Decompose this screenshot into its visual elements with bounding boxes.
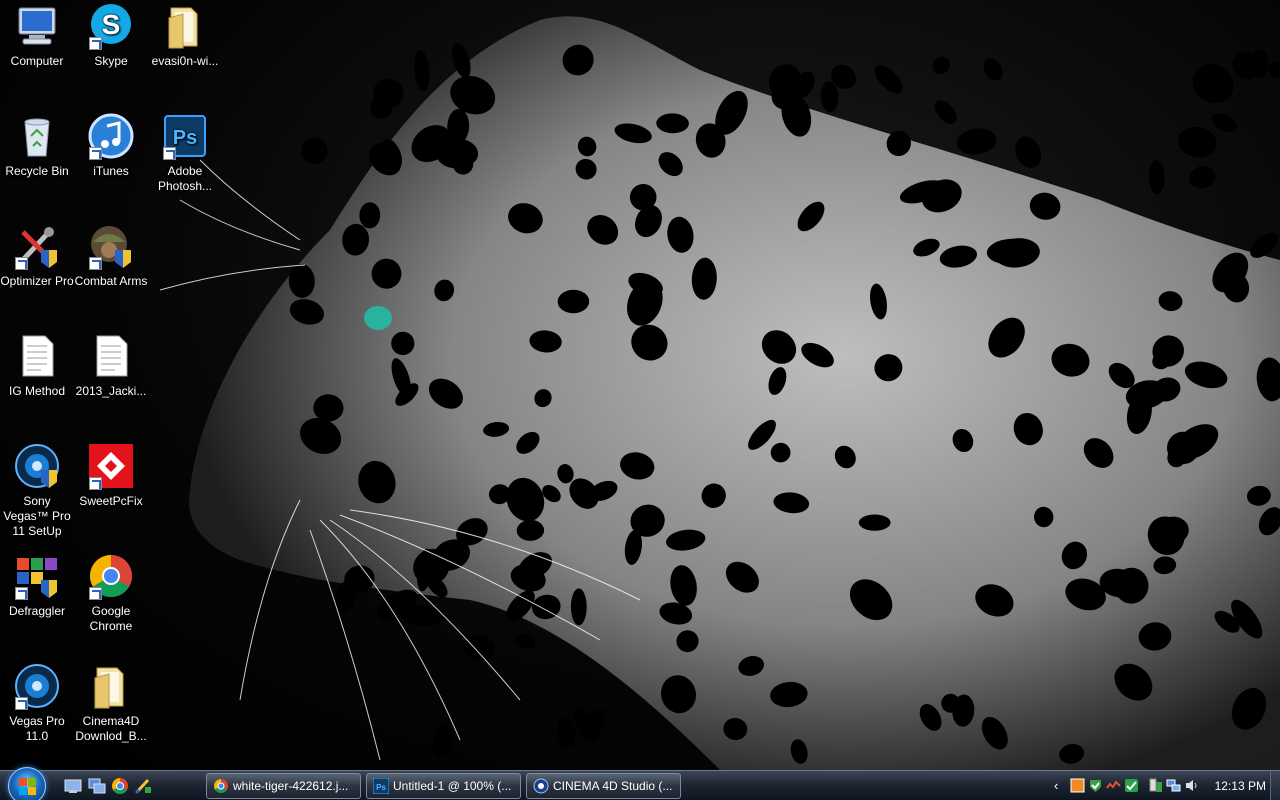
combat-arms-icon (87, 222, 135, 270)
desktop-icon-itunes[interactable]: iTunes (74, 112, 148, 179)
shortcut-arrow-icon (89, 147, 102, 160)
desktop-icon-computer[interactable]: Computer (0, 2, 74, 69)
desktop-icon-defraggler[interactable]: Defraggler (0, 552, 74, 619)
desktop-icon-label: IG Method (8, 384, 66, 398)
switch-windows-quicklaunch-icon[interactable] (88, 777, 106, 795)
computer-icon (13, 2, 61, 50)
desktop-icon-ig-method[interactable]: IG Method (0, 332, 74, 399)
system-tray: ‹ 12:13 PM (1050, 771, 1280, 800)
desktop-icon-evasi0n-folder[interactable]: evasi0n-wi... (148, 2, 222, 69)
desktop-icon-label: Adobe Photosh... (157, 164, 213, 193)
show-desktop-quicklaunch-icon[interactable] (64, 777, 82, 795)
svg-text:Ps: Ps (173, 127, 197, 149)
shortcut-arrow-icon (89, 257, 102, 270)
desktop-icon-2013-jacki[interactable]: 2013_Jacki... (74, 332, 148, 399)
taskbar: white-tiger-422612.j... Ps Untitled-1 @ … (0, 767, 1280, 800)
desktop-icon-label: Vegas Pro 11.0 (9, 714, 65, 743)
recycle-bin-icon (13, 112, 61, 160)
chrome-icon (87, 552, 135, 600)
cinema4d-icon (533, 778, 549, 794)
itunes-icon (87, 112, 135, 160)
svg-text:S: S (102, 9, 121, 40)
tray-security-icon[interactable] (1088, 778, 1103, 793)
defraggler-icon (13, 552, 61, 600)
shortcut-arrow-icon (15, 697, 28, 710)
desktop-icon-label: Google Chrome (89, 604, 133, 633)
desktop-icon-label: Cinema4D Downlod_B... (75, 714, 147, 743)
desktop-icon-cinema4d-folder[interactable]: Cinema4D Downlod_B... (74, 662, 148, 744)
tray-network-activity-icon[interactable] (1106, 778, 1121, 793)
desktop-icon-sweetpcfix[interactable]: SweetPcFix (74, 442, 148, 509)
network-icon[interactable] (1166, 778, 1181, 793)
desktop-icon-label: iTunes (93, 164, 129, 178)
desktop-icon-label: Skype (94, 54, 128, 68)
desktop-icon-google-chrome[interactable]: Google Chrome (74, 552, 148, 634)
taskbar-button-cinema4d[interactable]: CINEMA 4D Studio (... (526, 773, 681, 799)
text-file-icon (13, 332, 61, 380)
desktop-icon-sony-vegas-setup[interactable]: Sony Vegas™ Pro 11 SetUp (0, 442, 74, 539)
system-clock[interactable]: 12:13 PM (1215, 771, 1266, 800)
tray-check-icon[interactable] (1124, 778, 1139, 793)
skype-icon: S (87, 2, 135, 50)
show-hidden-icons-chevron-icon[interactable]: ‹ (1054, 778, 1069, 793)
taskbar-button-label: white-tiger-422612.j... (233, 779, 349, 793)
desktop-icon-label: Sony Vegas™ Pro 11 SetUp (3, 494, 71, 538)
taskbar-button-label: Untitled-1 @ 100% (... (393, 779, 512, 793)
paint-quicklaunch-icon[interactable] (134, 777, 152, 795)
shortcut-arrow-icon (89, 37, 102, 50)
start-button[interactable] (8, 767, 46, 800)
desktop-icon-recycle-bin[interactable]: Recycle Bin (0, 112, 74, 179)
desktop-icon-photoshop[interactable]: Ps Adobe Photosh... (148, 112, 222, 194)
desktop-icon-label: SweetPcFix (79, 494, 143, 508)
folder-icon (161, 2, 209, 50)
text-file-icon (87, 332, 135, 380)
desktop-icon-label: Computer (10, 54, 64, 68)
shortcut-arrow-icon (15, 257, 28, 270)
chrome-quicklaunch-icon[interactable] (111, 777, 129, 795)
show-desktop-button[interactable] (1270, 771, 1280, 800)
vegas-icon (13, 442, 61, 490)
optimizer-icon (13, 222, 61, 270)
windows-logo-icon (19, 778, 37, 796)
taskbar-button-photoshop[interactable]: Ps Untitled-1 @ 100% (... (366, 773, 521, 799)
desktop-icon-skype[interactable]: S Skype (74, 2, 148, 69)
shortcut-arrow-icon (163, 147, 176, 160)
sweetpcfix-icon (87, 442, 135, 490)
svg-text:Ps: Ps (376, 783, 386, 792)
vegas-icon (13, 662, 61, 710)
desktop-icon-label: evasi0n-wi... (151, 54, 219, 68)
desktop-icon-label: Recycle Bin (5, 164, 69, 178)
volume-icon[interactable] (1184, 778, 1199, 793)
taskbar-button-label: CINEMA 4D Studio (... (553, 779, 673, 793)
taskbar-button-chrome[interactable]: white-tiger-422612.j... (206, 773, 361, 799)
photoshop-icon: Ps (161, 112, 209, 160)
desktop-icon-combat-arms[interactable]: Combat Arms (74, 222, 148, 289)
shortcut-arrow-icon (89, 587, 102, 600)
shortcut-arrow-icon (15, 587, 28, 600)
desktop-icon-label: Optimizer Pro (0, 274, 74, 288)
desktop-icon-label: Combat Arms (74, 274, 148, 288)
desktop-icon-label: Defraggler (8, 604, 66, 618)
desktop-icon-optimizer-pro[interactable]: Optimizer Pro (0, 222, 74, 289)
tray-devices-icon[interactable] (1148, 778, 1163, 793)
desktop-icon-label: 2013_Jacki... (75, 384, 147, 398)
tray-app-icon-orange[interactable] (1070, 778, 1085, 793)
chrome-icon (213, 778, 229, 794)
desktop-icon-vegas-pro[interactable]: Vegas Pro 11.0 (0, 662, 74, 744)
shortcut-arrow-icon (89, 477, 102, 490)
folder-icon (87, 662, 135, 710)
photoshop-icon: Ps (372, 777, 390, 795)
